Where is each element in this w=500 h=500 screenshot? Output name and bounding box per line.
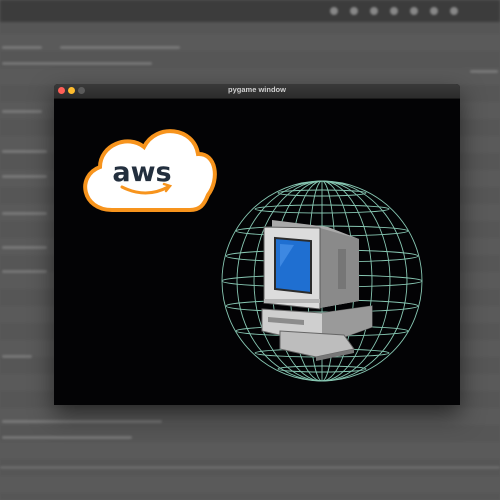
window-title: pygame window [228,85,286,94]
game-canvas[interactable]: aws [54,99,460,405]
game-scene: aws [83,129,423,382]
window-titlebar[interactable]: pygame window [54,84,460,99]
background-toolbar [0,0,500,22]
pygame-window[interactable]: pygame window aws [54,84,460,405]
computer-icon [261,220,373,361]
aws-logo: aws [83,129,217,212]
aws-logo-text: aws [112,157,171,188]
